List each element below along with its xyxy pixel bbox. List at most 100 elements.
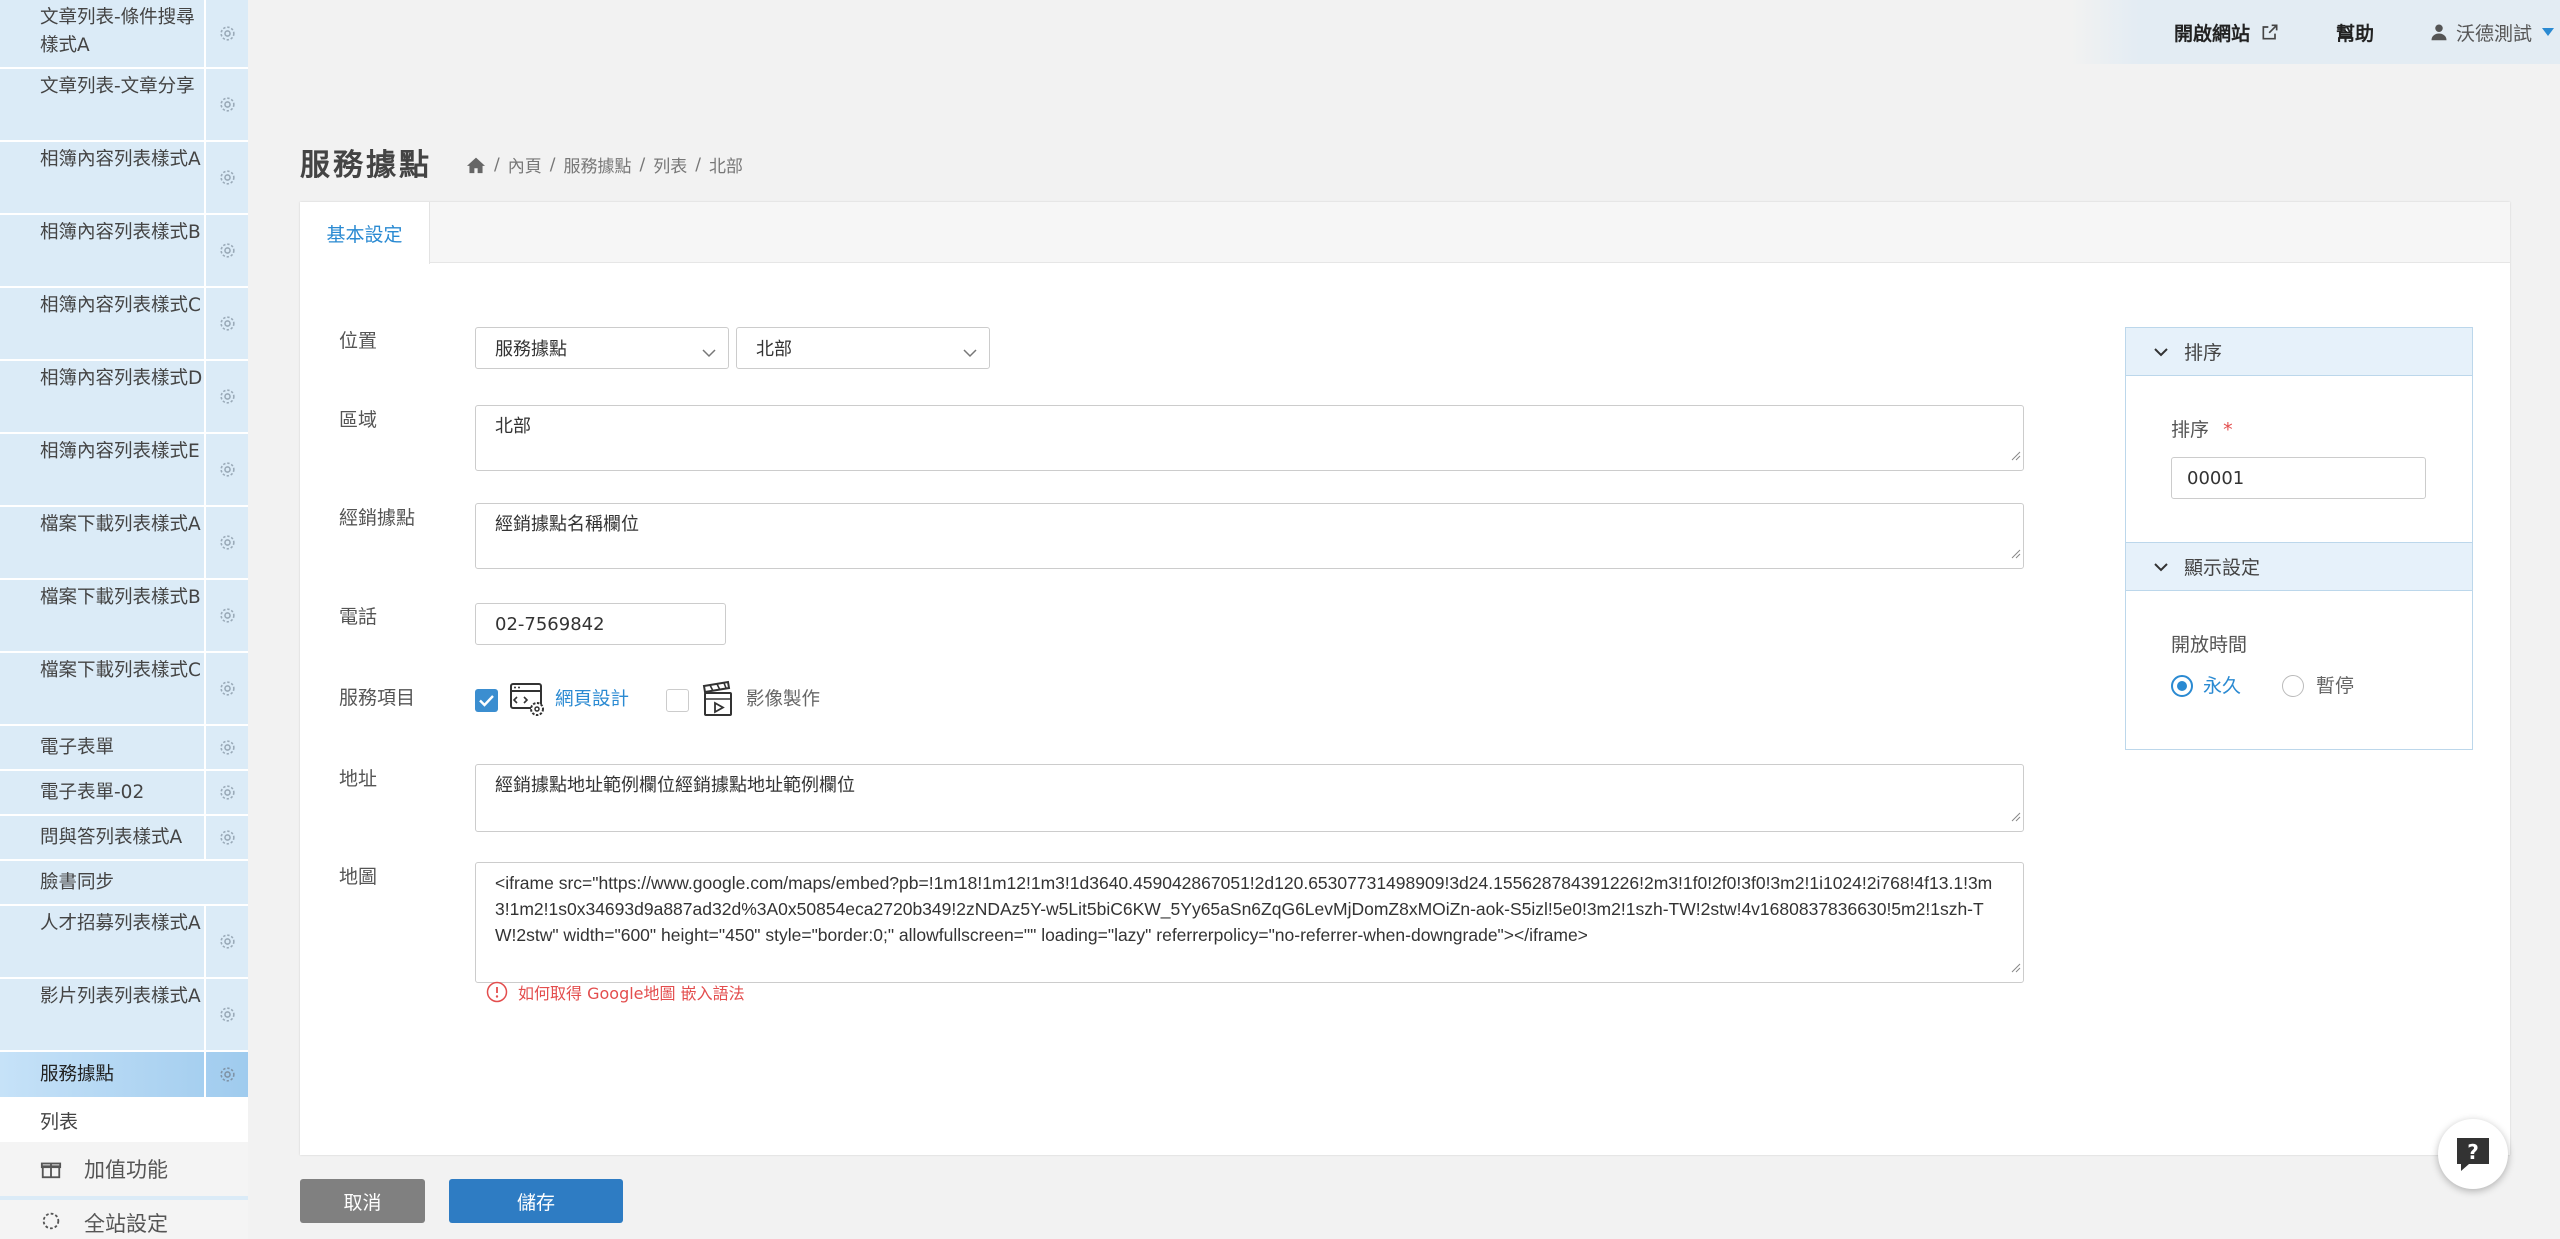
sidebar-item-label: 相簿內容列表樣式C bbox=[40, 295, 201, 316]
gear-icon[interactable] bbox=[204, 142, 248, 213]
phone-label: 電話 bbox=[339, 606, 378, 628]
resize-handle-icon[interactable] bbox=[2011, 542, 2021, 566]
gear-icon[interactable] bbox=[204, 361, 248, 432]
resize-handle-icon[interactable] bbox=[2011, 805, 2021, 829]
sidebar-item-label: 臉書同步 bbox=[40, 872, 115, 893]
user-menu[interactable]: 沃德測試 bbox=[2430, 19, 2554, 46]
map-help-link[interactable]: 如何取得 Google地圖 嵌入語法 bbox=[486, 980, 745, 1004]
gear-icon[interactable] bbox=[204, 288, 248, 359]
save-button[interactable]: 儲存 bbox=[449, 1179, 623, 1223]
gear-icon[interactable] bbox=[204, 0, 248, 67]
address-textarea[interactable]: 經銷據點地址範例欄位經銷據點地址範例欄位 bbox=[475, 764, 2024, 832]
radio-dot bbox=[2177, 681, 2187, 691]
gear-icon[interactable] bbox=[204, 906, 248, 977]
radio-permanent-label[interactable]: 永久 bbox=[2203, 671, 2241, 698]
gear-icon[interactable] bbox=[204, 215, 248, 286]
video-production-label[interactable]: 影像製作 bbox=[746, 685, 820, 711]
sidebar-item[interactable]: 影片列表列表樣式A bbox=[0, 979, 248, 1052]
radio-paused[interactable] bbox=[2282, 675, 2304, 697]
sort-panel-header[interactable]: 排序 bbox=[2126, 328, 2472, 376]
gear-icon[interactable] bbox=[204, 1052, 248, 1097]
sidebar-item-label: 全站設定 bbox=[84, 1212, 168, 1236]
sidebar-item-label: 影片列表列表樣式A bbox=[40, 986, 201, 1007]
web-design-checkbox[interactable] bbox=[475, 689, 498, 712]
gear-icon[interactable] bbox=[204, 726, 248, 769]
map-embed-textarea[interactable]: <iframe src="https://www.google.com/maps… bbox=[475, 862, 2024, 983]
gear-icon[interactable] bbox=[204, 771, 248, 814]
dealer-label: 經銷據點 bbox=[339, 507, 416, 529]
sidebar-item[interactable]: 相簿內容列表樣式C bbox=[0, 288, 248, 361]
location-select-category[interactable]: 服務據點 bbox=[475, 327, 729, 369]
select-value: 服務據點 bbox=[495, 339, 567, 360]
breadcrumb: / 內頁 / 服務據點 / 列表 / 北部 bbox=[466, 152, 743, 177]
breadcrumb-item[interactable]: 列表 bbox=[653, 152, 687, 177]
gear-icon[interactable] bbox=[204, 816, 248, 859]
sidebar-item-service-points[interactable]: 服務據點 bbox=[0, 1052, 248, 1099]
display-panel-title: 顯示設定 bbox=[2184, 557, 2261, 579]
sidebar-item[interactable]: 電子表單-02 bbox=[0, 771, 248, 816]
sidebar-item-label: 相簿內容列表樣式B bbox=[40, 222, 201, 243]
sidebar-subitem-list[interactable]: 列表 bbox=[0, 1099, 248, 1142]
radio-permanent[interactable] bbox=[2171, 675, 2193, 697]
gift-icon bbox=[40, 1158, 62, 1180]
gear-icon[interactable] bbox=[204, 69, 248, 140]
cancel-button[interactable]: 取消 bbox=[300, 1179, 425, 1223]
help-chat-button[interactable]: ? bbox=[2438, 1119, 2508, 1189]
sidebar-item-addons[interactable]: 加值功能 bbox=[0, 1142, 248, 1196]
open-site-link[interactable]: 開啟網站 bbox=[2174, 19, 2280, 46]
info-circle-icon bbox=[486, 981, 508, 1003]
sidebar-item[interactable]: 相簿內容列表樣式E bbox=[0, 434, 248, 507]
region-value: 北部 bbox=[495, 416, 531, 437]
help-link[interactable]: 幫助 bbox=[2336, 19, 2374, 46]
gear-icon[interactable] bbox=[204, 507, 248, 578]
sidebar-item-label: 電子表單-02 bbox=[40, 782, 145, 803]
location-select-subcategory[interactable]: 北部 bbox=[736, 327, 990, 369]
phone-input[interactable]: 02-7569842 bbox=[475, 603, 726, 645]
sidebar-item[interactable]: 問與答列表樣式A bbox=[0, 816, 248, 861]
sidebar-item[interactable]: 檔案下載列表樣式A bbox=[0, 507, 248, 580]
external-link-icon bbox=[2260, 22, 2280, 42]
region-textarea[interactable]: 北部 bbox=[475, 405, 2024, 471]
dealer-textarea[interactable]: 經銷據點名稱欄位 bbox=[475, 503, 2024, 569]
map-embed-value: <iframe src="https://www.google.com/maps… bbox=[495, 873, 1993, 945]
sidebar-item-label: 服務據點 bbox=[40, 1064, 115, 1085]
video-production-checkbox[interactable] bbox=[666, 689, 689, 712]
display-panel-header[interactable]: 顯示設定 bbox=[2126, 543, 2472, 591]
sidebar-item[interactable]: 文章列表-文章分享 bbox=[0, 69, 248, 142]
sidebar-item[interactable]: 電子表單 bbox=[0, 726, 248, 771]
radio-paused-label[interactable]: 暫停 bbox=[2316, 671, 2354, 698]
sidebar-item-label: 相簿內容列表樣式A bbox=[40, 149, 201, 170]
sidebar-item-label: 相簿內容列表樣式D bbox=[40, 368, 203, 389]
gear-icon[interactable] bbox=[204, 979, 248, 1050]
map-label: 地圖 bbox=[339, 866, 378, 888]
sidebar-item[interactable]: 相簿內容列表樣式A bbox=[0, 142, 248, 215]
sidebar-item[interactable]: 檔案下載列表樣式B bbox=[0, 580, 248, 653]
sort-panel-title: 排序 bbox=[2184, 342, 2223, 364]
breadcrumb-item[interactable]: 內頁 bbox=[508, 152, 542, 177]
sidebar-item[interactable]: 文章列表-條件搜尋樣式A bbox=[0, 0, 248, 69]
sidebar-item[interactable]: 人才招募列表樣式A bbox=[0, 906, 248, 979]
question-bubble-icon: ? bbox=[2457, 1138, 2489, 1171]
sidebar-item[interactable]: 檔案下載列表樣式C bbox=[0, 653, 248, 726]
gear-icon bbox=[40, 1210, 62, 1237]
address-label: 地址 bbox=[339, 768, 378, 790]
home-icon[interactable] bbox=[466, 156, 486, 174]
tab-basic-settings[interactable]: 基本設定 bbox=[300, 202, 430, 264]
open-site-label: 開啟網站 bbox=[2173, 22, 2250, 45]
sort-value: 00001 bbox=[2187, 467, 2245, 489]
gear-icon[interactable] bbox=[204, 653, 248, 724]
resize-handle-icon[interactable] bbox=[2011, 444, 2021, 468]
gear-icon[interactable] bbox=[204, 580, 248, 651]
sidebar-item-label: 問與答列表樣式A bbox=[40, 827, 183, 848]
resize-handle-icon[interactable] bbox=[2011, 954, 2021, 980]
sort-input[interactable]: 00001 bbox=[2171, 457, 2426, 499]
breadcrumb-item[interactable]: 服務據點 bbox=[563, 152, 631, 177]
sidebar-item[interactable]: 相簿內容列表樣式D bbox=[0, 361, 248, 434]
sidebar-item[interactable]: 臉書同步 bbox=[0, 861, 248, 906]
sidebar-item[interactable]: 相簿內容列表樣式B bbox=[0, 215, 248, 288]
caret-down-icon bbox=[2542, 28, 2554, 36]
web-design-label[interactable]: 網頁設計 bbox=[555, 685, 629, 711]
sidebar-item-site-settings[interactable]: 全站設定 bbox=[0, 1200, 248, 1239]
gear-icon[interactable] bbox=[204, 434, 248, 505]
top-bar: 開啟網站 幫助 沃德測試 bbox=[2070, 0, 2560, 64]
